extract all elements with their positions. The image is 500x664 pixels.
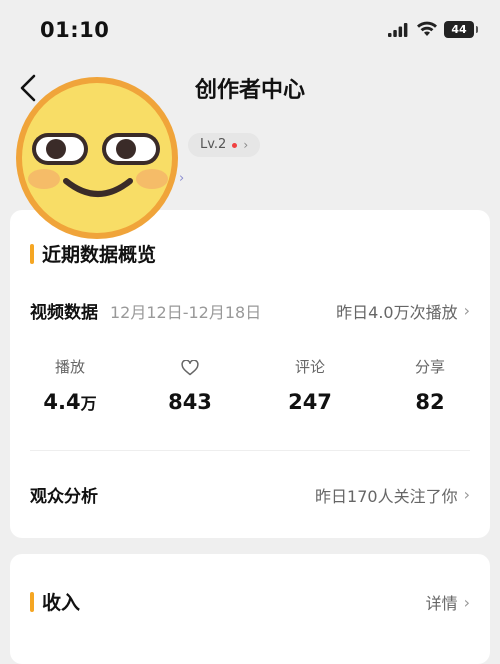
level-text: Lv.2 bbox=[200, 137, 227, 152]
divider bbox=[30, 450, 470, 451]
heart-icon bbox=[181, 358, 199, 375]
video-data-label: 视频数据 bbox=[30, 303, 98, 323]
accent-bar bbox=[30, 243, 34, 264]
notification-dot-icon bbox=[232, 142, 238, 148]
audience-summary-text: 昨日170人关注了你 bbox=[315, 486, 458, 506]
battery-indicator: 44 bbox=[444, 21, 478, 38]
stat-comments-label: 评论 bbox=[294, 358, 325, 376]
income-card: 收入 详情 › bbox=[10, 554, 490, 664]
audience-analysis-row[interactable]: 观众分析 昨日170人关注了你 › bbox=[30, 482, 470, 507]
income-section-title: 收入 bbox=[30, 588, 80, 615]
chevron-right-icon: › bbox=[463, 301, 470, 320]
wifi-icon bbox=[417, 21, 437, 36]
audience-summary-link[interactable]: 昨日170人关注了你 › bbox=[315, 483, 470, 507]
income-detail-link[interactable]: 详情 › bbox=[426, 590, 470, 614]
stat-comments-value: 247 bbox=[288, 390, 332, 414]
stat-likes-value: 843 bbox=[168, 390, 212, 414]
cellular-signal-icon bbox=[388, 23, 408, 37]
status-bar: 01:10 44 bbox=[0, 0, 500, 62]
video-summary-link[interactable]: 昨日4.0万次播放 › bbox=[336, 299, 470, 323]
stats-grid: 播放 4.4万 843 评论 247 分享 82 bbox=[10, 356, 490, 414]
income-title-text: 收入 bbox=[42, 592, 81, 614]
stat-shares[interactable]: 分享 82 bbox=[370, 356, 490, 414]
stat-shares-value: 82 bbox=[415, 390, 445, 414]
video-date-range: 12月12日-12月18日 bbox=[110, 302, 262, 322]
stat-likes-label bbox=[130, 356, 250, 378]
accent-bar bbox=[30, 591, 34, 612]
avatar[interactable] bbox=[14, 75, 180, 241]
level-badge[interactable]: Lv.2 › bbox=[188, 133, 261, 157]
stat-plays-label: 播放 bbox=[54, 358, 85, 376]
video-summary-text: 昨日4.0万次播放 bbox=[336, 302, 458, 322]
stat-plays[interactable]: 播放 4.4万 bbox=[10, 356, 130, 414]
audience-analysis-label: 观众分析 bbox=[30, 487, 98, 507]
chevron-right-icon: › bbox=[463, 592, 470, 612]
clock-time: 01:10 bbox=[40, 18, 110, 42]
overview-card: 近期数据概览 视频数据 12月12日-12月18日 昨日4.0万次播放 › 播放… bbox=[10, 210, 490, 538]
stat-plays-value: 4.4万 bbox=[43, 390, 97, 414]
overview-title-text: 近期数据概览 bbox=[42, 244, 157, 266]
chevron-right-icon: › bbox=[243, 138, 249, 152]
stat-likes[interactable]: 843 bbox=[130, 356, 250, 414]
overview-section-title: 近期数据概览 bbox=[30, 240, 156, 267]
chevron-right-icon: › bbox=[463, 485, 470, 504]
income-detail-text: 详情 bbox=[425, 594, 458, 613]
stat-comments[interactable]: 评论 247 bbox=[250, 356, 370, 414]
video-data-row[interactable]: 视频数据 12月12日-12月18日 昨日4.0万次播放 › bbox=[30, 298, 470, 323]
stat-shares-label: 分享 bbox=[414, 358, 445, 376]
